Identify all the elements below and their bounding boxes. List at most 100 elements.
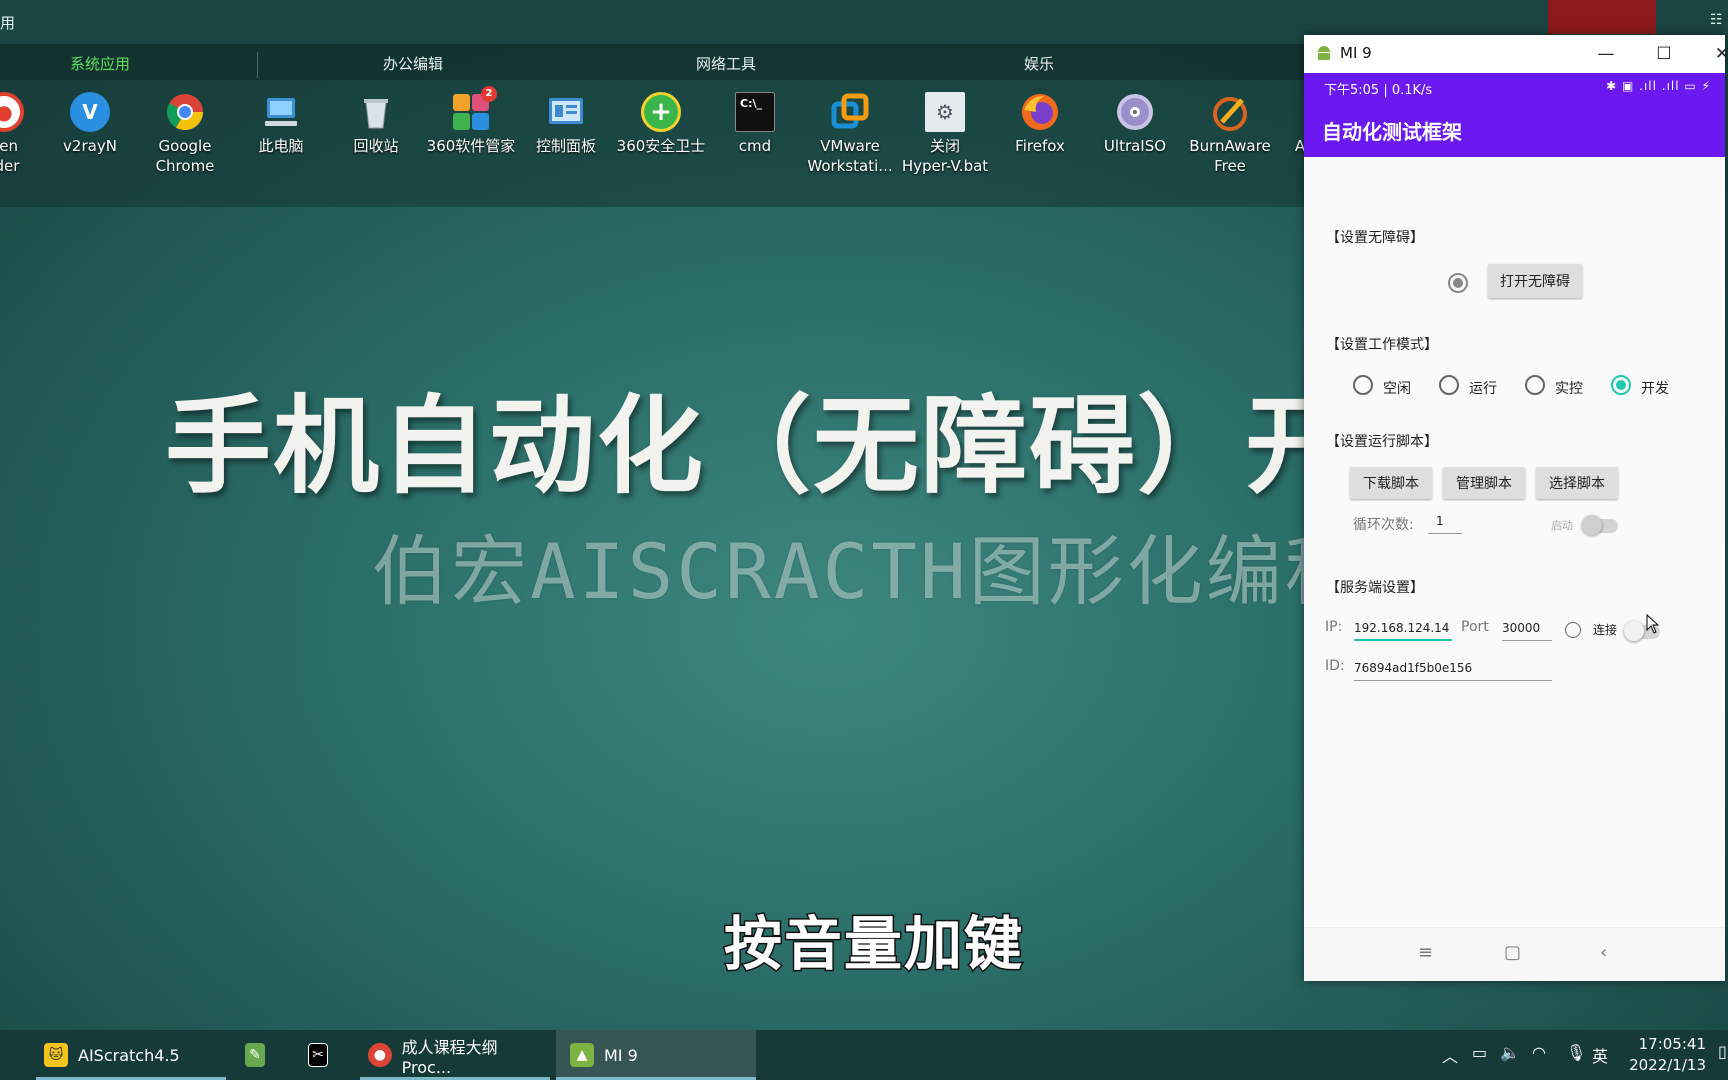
fence-divider (257, 52, 258, 78)
desktop-icon-label: 360安全卫士 (616, 137, 706, 155)
360-security-icon: + (641, 92, 681, 132)
accessibility-status-radio[interactable] (1448, 273, 1468, 293)
fence-tab-office[interactable]: 办公编辑 (383, 53, 443, 74)
desktop-icon-chrome[interactable]: Google Chrome (140, 92, 230, 176)
mode-radio-control[interactable] (1525, 375, 1545, 395)
mode-label-run: 运行 (1469, 381, 1497, 397)
desktop-icon-label: 关闭 Hyper-V.bat (901, 137, 989, 175)
notification-badge: 2 (481, 86, 497, 102)
select-script-button[interactable]: 选择脚本 (1536, 467, 1618, 499)
chrome-icon: ● (368, 1043, 392, 1067)
desktop-icon-recorder[interactable]: ● een rder (0, 92, 49, 176)
connect-radio[interactable] (1565, 622, 1581, 638)
wallpaper-subtitle: 伯宏AISCRACTH图形化编程 (372, 527, 1364, 616)
minimize-button[interactable]: — (1591, 41, 1621, 67)
id-input[interactable]: 76894ad1f5b0e156 (1354, 659, 1552, 681)
taskbar-item-label: AIScratch4.5 (78, 1045, 180, 1065)
desktop-icon-label: een rder (0, 137, 20, 175)
desktop-icon-label: Google Chrome (155, 137, 215, 175)
chevron-up-icon[interactable]: ︿ (1442, 1043, 1458, 1067)
section-script: 【设置运行脚本】 (1326, 434, 1438, 450)
mode-label-control: 实控 (1555, 381, 1583, 397)
home-nav-icon[interactable]: ▢ (1504, 942, 1521, 963)
desktop-icon-label: cmd (738, 137, 772, 155)
desktop-icon-label: BurnAware Free (1189, 137, 1271, 175)
manage-script-button[interactable]: 管理脚本 (1443, 467, 1525, 499)
wifi-icon[interactable]: ◠ (1532, 1043, 1546, 1062)
desktop-icon-v2rayn[interactable]: V v2rayN (45, 92, 135, 156)
toggle-knob (1624, 621, 1644, 641)
start-toggle[interactable] (1582, 515, 1618, 535)
menu-icon[interactable]: ☷ (1710, 12, 1726, 30)
status-icons: ✱ ▣ .ıll .ıll ▭ ⚡ (1606, 79, 1711, 93)
volume-icon[interactable]: 🔈 (1500, 1043, 1520, 1062)
paint-icon: ✎ (245, 1043, 265, 1067)
chrome-icon (165, 92, 205, 132)
fences-bar: 系统应用 办公编辑 网络工具 娱乐 (0, 44, 1320, 80)
desktop-icon-cmd[interactable]: C:\_ cmd (710, 92, 800, 156)
aiscratch-icon: 🐱 (44, 1043, 68, 1067)
download-script-button[interactable]: 下载脚本 (1350, 467, 1432, 499)
loop-count-input[interactable]: 1 (1428, 512, 1462, 534)
ultraiso-icon (1115, 92, 1155, 132)
vmware-icon (830, 92, 870, 132)
fence-tab-network[interactable]: 网络工具 (696, 53, 756, 74)
battery-icon[interactable]: ▭ (1472, 1043, 1487, 1062)
maximize-button[interactable]: ☐ (1649, 41, 1679, 67)
mode-radio-idle[interactable] (1353, 375, 1373, 395)
loop-count-label: 循环次数: (1353, 517, 1414, 533)
taskbar-item-capcut[interactable]: ✂ (308, 1030, 338, 1080)
desktop-icon-burnaware[interactable]: BurnAware Free (1185, 92, 1275, 176)
desktop-icon-label: Firefox (1015, 137, 1065, 155)
port-label: Port (1461, 619, 1489, 635)
top-left-label: 用 (0, 14, 16, 32)
taskbar-item-label: 成人课程大纲 Proc... (401, 1037, 498, 1077)
app-bar: 自动化测试框架 (1304, 101, 1725, 157)
ime-indicator[interactable]: 英 (1592, 1043, 1608, 1067)
video-caption: 按音量加键 (722, 909, 1025, 980)
desktop-icon-label: UltraISO (1103, 137, 1167, 155)
desktop-icon-label: VMware Workstati... (807, 137, 893, 175)
android-status-bar: 下午5:05 | 0.1K/s ✱ ▣ .ıll .ıll ▭ ⚡ (1304, 73, 1725, 101)
desktop-icon-360-software[interactable]: 2 360软件管家 (426, 86, 516, 156)
mouse-cursor-icon (1646, 614, 1660, 634)
close-button[interactable]: ✕ (1707, 41, 1728, 67)
burnaware-icon (1210, 92, 1250, 132)
port-input[interactable]: 30000 (1502, 619, 1552, 641)
window-titlebar[interactable]: MI 9 — ☐ ✕ (1304, 35, 1728, 73)
taskbar-item-paint[interactable]: ✎ (245, 1030, 275, 1080)
control-panel-icon (546, 92, 586, 132)
window-title: MI 9 (1340, 44, 1372, 62)
desktop-icon-vmware[interactable]: VMware Workstati... (805, 92, 895, 176)
desktop-icon-label: 此电脑 (258, 137, 304, 155)
connect-label: 连接 (1593, 623, 1618, 637)
cmd-icon: C:\_ (735, 92, 775, 132)
desktop-icon-recycle-bin[interactable]: 回收站 (331, 92, 421, 156)
mode-label-dev: 开发 (1641, 381, 1669, 397)
notification-icon[interactable]: ▯ (1718, 1042, 1727, 1061)
capcut-icon: ✂ (308, 1043, 328, 1067)
phone-mirror-window: MI 9 — ☐ ✕ 下午5:05 | 0.1K/s ✱ ▣ .ıll .ıll… (1304, 35, 1728, 981)
menu-nav-icon[interactable]: ≡ (1418, 942, 1433, 963)
desktop-icon-control-panel[interactable]: 控制面板 (521, 92, 611, 156)
desktop-icon-360-security[interactable]: + 360安全卫士 (616, 92, 706, 156)
fence-tab-entertainment[interactable]: 娱乐 (1024, 53, 1054, 74)
ip-input[interactable]: 192.168.124.14 (1354, 619, 1452, 641)
mode-radio-run[interactable] (1439, 375, 1459, 395)
desktop-icon-hyperv-bat[interactable]: ⚙ 关闭 Hyper-V.bat (900, 92, 990, 176)
mode-radio-dev[interactable] (1611, 375, 1631, 395)
taskbar-item-mi9[interactable]: ▲ MI 9 (556, 1030, 756, 1080)
open-accessibility-button[interactable]: 打开无障碍 (1488, 264, 1582, 298)
clock[interactable]: 17:05:41 2022/1/13 (1618, 1034, 1706, 1076)
taskbar-item-aiscratch[interactable]: 🐱 AIScratch4.5 (36, 1030, 226, 1080)
firefox-icon (1020, 92, 1060, 132)
desktop-icon-this-pc[interactable]: 此电脑 (236, 92, 326, 156)
desktop-icon-ultraiso[interactable]: UltraISO (1090, 92, 1180, 156)
microphone-icon[interactable]: 🎙 (1566, 1043, 1586, 1062)
back-nav-icon[interactable]: ‹ (1600, 942, 1607, 963)
taskbar-item-chrome[interactable]: ● 成人课程大纲 Proc... (360, 1030, 550, 1080)
desktop-icon-firefox[interactable]: Firefox (995, 92, 1085, 156)
fence-tab-system[interactable]: 系统应用 (70, 53, 130, 74)
desktop-icon-label: 360软件管家 (426, 137, 516, 155)
taskbar-edge-item[interactable] (0, 1030, 10, 1080)
